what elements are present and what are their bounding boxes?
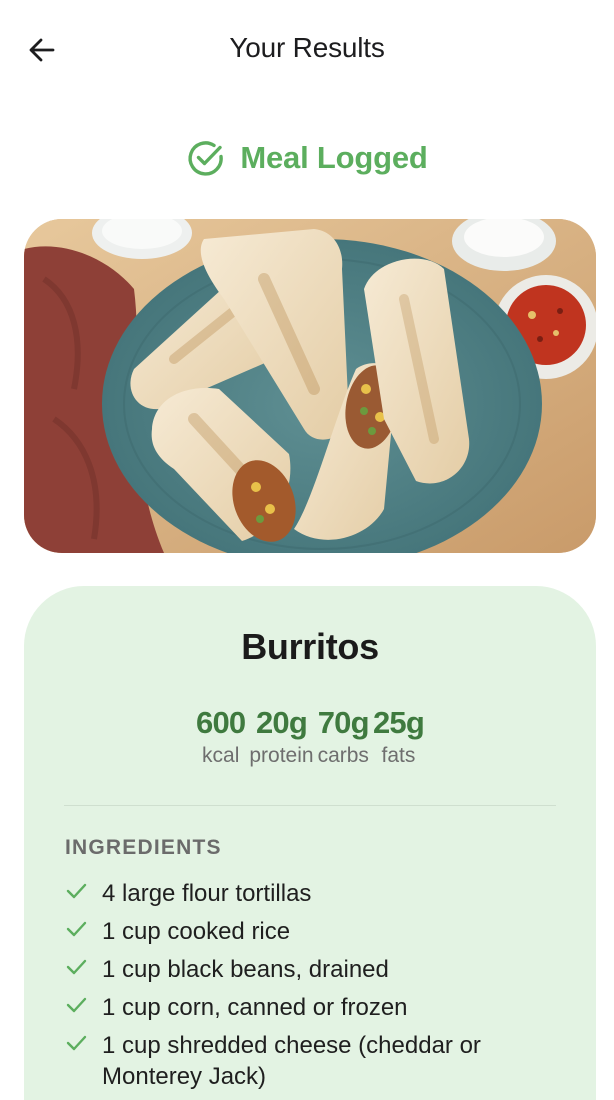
- check-icon: [66, 997, 87, 1013]
- macro-value: 25g: [372, 705, 425, 740]
- check-icon: [66, 921, 87, 937]
- ingredients-list: 4 large flour tortillas 1 cup cooked ric…: [65, 878, 545, 1099]
- ingredient-item: 1 cup shredded cheese (cheddar or Monter…: [65, 1030, 545, 1092]
- check-icon: [66, 883, 87, 899]
- macro-calories: 600 kcal: [196, 704, 246, 768]
- ingredient-text: 1 cup cooked rice: [102, 918, 291, 945]
- macro-value: 70g: [317, 705, 370, 740]
- macro-unit: fats: [381, 744, 416, 767]
- check-circle-icon: [188, 141, 224, 176]
- divider: [64, 805, 556, 806]
- macro-unit: protein: [249, 744, 314, 767]
- meal-name: Burritos: [241, 626, 379, 667]
- ingredient-item: 1 cup cooked rice: [65, 916, 545, 947]
- ingredient-text: 4 large flour tortillas: [102, 880, 312, 907]
- meal-summary-card: Burritos 600 kcal 20g protein 70g carbs …: [24, 586, 596, 1100]
- macro-unit: kcal: [202, 744, 240, 767]
- ingredient-text: 1 cup shredded cheese (cheddar or Monter…: [102, 1032, 481, 1090]
- check-icon: [66, 1035, 87, 1051]
- results-screen: Your Results Meal Logged Burritos 600 kc…: [0, 0, 614, 1100]
- ingredient-item: 4 large flour tortillas: [65, 878, 545, 909]
- check-icon: [66, 959, 87, 975]
- status-text: Meal Logged: [240, 140, 428, 175]
- macro-carbs: 70g carbs: [317, 704, 370, 768]
- ingredient-item: 1 cup black beans, drained: [65, 954, 545, 985]
- ingredient-item: 1 cup corn, canned or frozen: [65, 992, 545, 1023]
- meal-photo: [24, 219, 596, 553]
- macro-value: 600: [196, 705, 246, 740]
- ingredient-text: 1 cup corn, canned or frozen: [102, 994, 408, 1021]
- ingredients-heading: INGREDIENTS: [65, 836, 222, 859]
- macro-protein: 20g protein: [249, 704, 313, 768]
- macro-unit: carbs: [317, 744, 369, 767]
- meal-logged-status: Meal Logged: [0, 138, 614, 178]
- macro-fats: 25g fats: [372, 704, 425, 768]
- macro-value: 20g: [255, 705, 308, 740]
- macros-row: 600 kcal 20g protein 70g carbs 25g fats: [24, 704, 596, 768]
- ingredient-text: 1 cup black beans, drained: [102, 956, 389, 983]
- page-title: Your Results: [229, 32, 385, 63]
